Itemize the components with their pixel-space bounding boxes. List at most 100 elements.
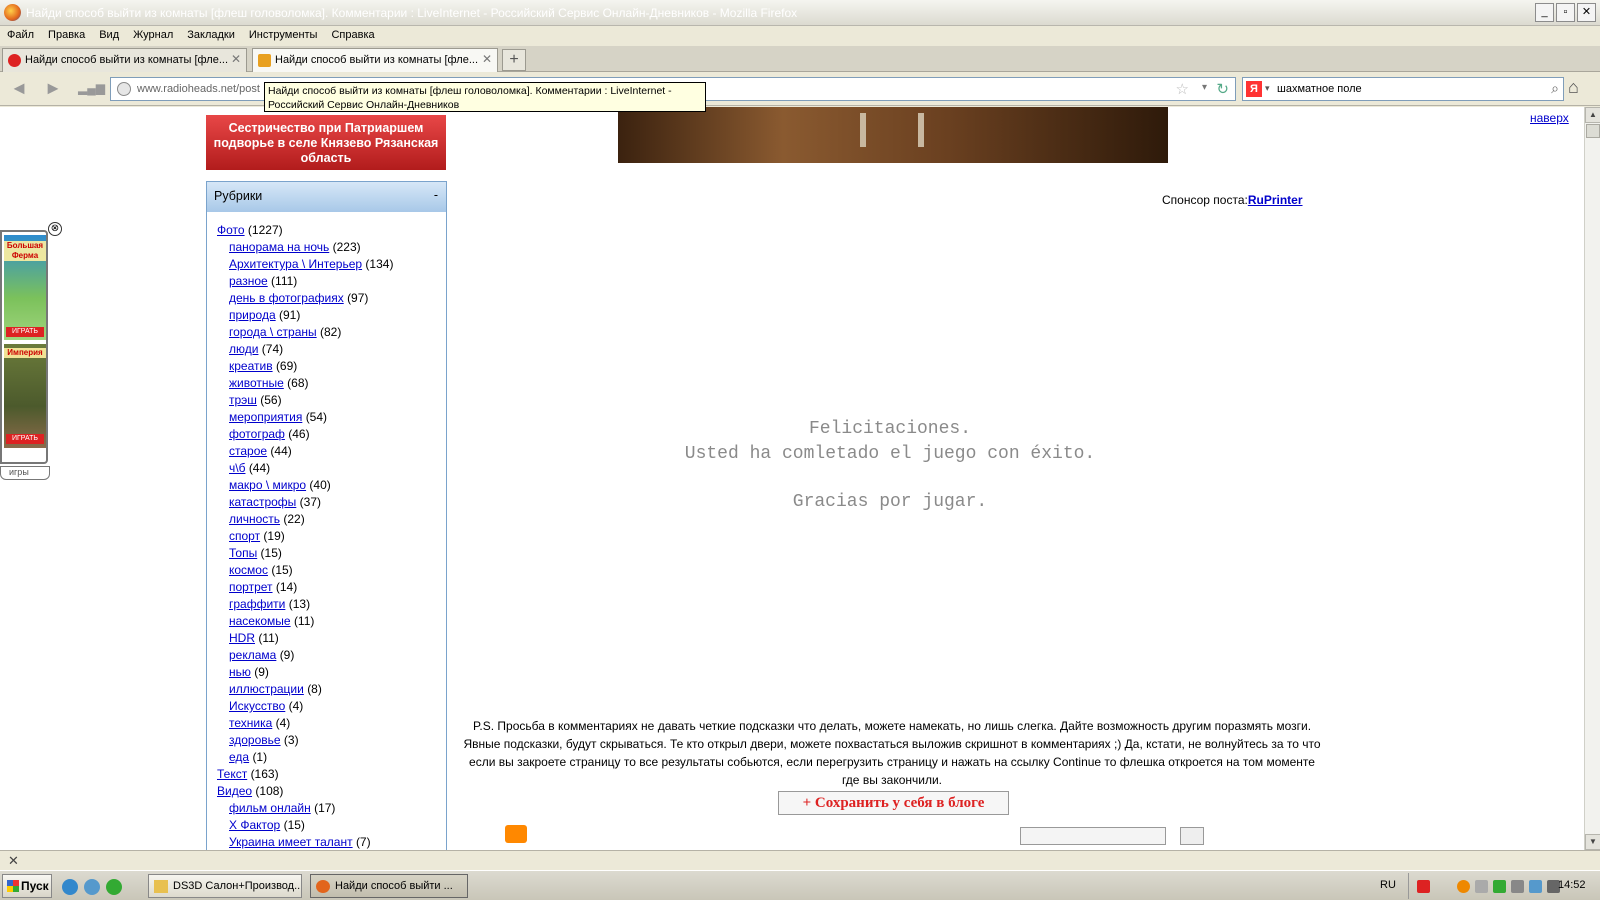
history-dropdown-icon[interactable]: ▾ bbox=[1202, 82, 1207, 93]
tray-app-icon[interactable] bbox=[1493, 880, 1506, 893]
play-button[interactable]: ИГРАТЬ bbox=[6, 434, 44, 444]
rubric-link[interactable]: креатив bbox=[229, 359, 273, 373]
language-indicator[interactable]: RU bbox=[1380, 879, 1396, 891]
close-window-button[interactable]: ✕ bbox=[1577, 3, 1596, 22]
close-tab-icon[interactable]: ✕ bbox=[231, 52, 241, 66]
comment-submit-button[interactable] bbox=[1180, 827, 1204, 845]
ie-icon[interactable] bbox=[62, 879, 78, 895]
search-icon[interactable]: ⌕ bbox=[1551, 80, 1559, 97]
rubric-link[interactable]: Х Фактор bbox=[229, 818, 280, 832]
scroll-down-icon[interactable]: ▼ bbox=[1585, 834, 1600, 850]
save-to-blog-button[interactable]: + Сохранить у себя в блоге bbox=[778, 791, 1009, 815]
rubric-link[interactable]: Видео bbox=[217, 784, 252, 798]
games-tab[interactable]: игры bbox=[0, 466, 50, 480]
rubric-link[interactable]: здоровье bbox=[229, 733, 281, 747]
icq-icon[interactable] bbox=[106, 879, 122, 895]
rubric-link[interactable]: разное bbox=[229, 274, 268, 288]
search-bar[interactable]: Я ▾ шахматное поле ⌕ bbox=[1242, 77, 1564, 101]
rubric-link[interactable]: HDR bbox=[229, 631, 255, 645]
network-icon[interactable] bbox=[1529, 880, 1542, 893]
scroll-thumb[interactable] bbox=[1586, 124, 1600, 138]
rubric-link[interactable]: нью bbox=[229, 665, 251, 679]
rubric-link[interactable]: старое bbox=[229, 444, 267, 458]
maximize-button[interactable]: ▫ bbox=[1556, 3, 1575, 22]
rubric-link[interactable]: личность bbox=[229, 512, 280, 526]
rubric-link[interactable]: иллюстрации bbox=[229, 682, 304, 696]
scroll-up-icon[interactable]: ▲ bbox=[1585, 107, 1600, 123]
rubric-link[interactable]: спорт bbox=[229, 529, 260, 543]
tray-app-icon[interactable] bbox=[1475, 880, 1488, 893]
menu-bookmarks[interactable]: Закладки bbox=[180, 26, 242, 41]
menu-file[interactable]: Файл bbox=[0, 26, 41, 41]
close-tab-icon[interactable]: ✕ bbox=[482, 52, 492, 66]
menu-edit[interactable]: Правка bbox=[41, 26, 92, 41]
back-to-top-link[interactable]: наверх bbox=[1530, 111, 1569, 125]
rss-icon[interactable] bbox=[505, 825, 527, 843]
sponsor-link[interactable]: RuPrinter bbox=[1248, 193, 1303, 207]
back-button[interactable]: ◄ bbox=[8, 78, 30, 100]
rubric-link[interactable]: реклама bbox=[229, 648, 276, 662]
home-icon[interactable]: ⌂ bbox=[1568, 77, 1579, 98]
engine-dropdown-icon[interactable]: ▾ bbox=[1265, 83, 1270, 94]
rubric-link[interactable]: Украина имеет талант bbox=[229, 835, 353, 849]
volume-icon[interactable] bbox=[1511, 880, 1524, 893]
acrobat-icon[interactable] bbox=[1417, 880, 1430, 893]
rubric-link[interactable]: животные bbox=[229, 376, 284, 390]
search-input-value[interactable]: шахматное поле bbox=[1277, 83, 1362, 95]
rubric-link[interactable]: день в фотографиях bbox=[229, 291, 344, 305]
flash-game-area[interactable]: Felicitaciones. Usted ha comletado el ju… bbox=[460, 417, 1320, 515]
menu-tools[interactable]: Инструменты bbox=[242, 26, 325, 41]
rubric-link[interactable]: техника bbox=[229, 716, 272, 730]
rubric-link[interactable]: фильм онлайн bbox=[229, 801, 311, 815]
minimize-button[interactable]: _ bbox=[1535, 3, 1554, 22]
tab-2-active[interactable]: Найди способ выйти из комнаты [фле... ✕ bbox=[252, 48, 498, 72]
rubric-link[interactable]: природа bbox=[229, 308, 276, 322]
outlook-icon[interactable] bbox=[84, 879, 100, 895]
rubric-link[interactable]: города \ страны bbox=[229, 325, 317, 339]
rubric-link[interactable]: катастрофы bbox=[229, 495, 296, 509]
rubric-link[interactable]: панорама на ночь bbox=[229, 240, 329, 254]
rubric-link[interactable]: фотограф bbox=[229, 427, 285, 441]
rubric-link[interactable]: насекомые bbox=[229, 614, 291, 628]
bookmark-star-icon[interactable]: ☆ bbox=[1176, 80, 1189, 98]
forward-button[interactable]: ► bbox=[42, 78, 64, 100]
start-button[interactable]: Пуск bbox=[2, 874, 52, 898]
collapse-toggle[interactable]: - bbox=[434, 188, 438, 202]
rubric-link[interactable]: Архитектура \ Интерьер bbox=[229, 257, 362, 271]
sisterhood-banner[interactable]: Сестричество при Патриаршем подворье в с… bbox=[206, 115, 446, 170]
vertical-scrollbar[interactable]: ▲ ▼ bbox=[1584, 107, 1600, 850]
empire-game-banner[interactable]: Империя ИГРАТЬ bbox=[4, 344, 46, 448]
rubric-link[interactable]: портрет bbox=[229, 580, 273, 594]
rubric-link[interactable]: макро \ микро bbox=[229, 478, 306, 492]
taskbar-item-firefox[interactable]: Найди способ выйти ... bbox=[310, 874, 468, 898]
rubric-item: Фото (1227) bbox=[217, 222, 446, 239]
new-tab-button[interactable]: + bbox=[502, 49, 526, 71]
close-widget-icon[interactable]: ⊗ bbox=[48, 222, 62, 236]
rubric-link[interactable]: Текст bbox=[217, 767, 247, 781]
rubric-item: насекомые (11) bbox=[217, 613, 446, 630]
games-widget[interactable]: ⊗ Большая Ферма ИГРАТЬ Империя ИГРАТЬ bbox=[0, 222, 62, 464]
menu-history[interactable]: Журнал bbox=[126, 26, 180, 41]
tray-app-icon[interactable] bbox=[1457, 880, 1470, 893]
rubric-link[interactable]: трэш bbox=[229, 393, 257, 407]
rubric-link[interactable]: Искусство bbox=[229, 699, 285, 713]
tab-1[interactable]: Найди способ выйти из комнаты [фле... ✕ bbox=[2, 48, 247, 72]
rubric-link[interactable]: мероприятия bbox=[229, 410, 302, 424]
rubric-link[interactable]: люди bbox=[229, 342, 258, 356]
rubric-link[interactable]: космос bbox=[229, 563, 268, 577]
rubric-link[interactable]: Фото bbox=[217, 223, 245, 237]
taskbar-item-folder[interactable]: DS3D Салон+Производ... bbox=[148, 874, 302, 898]
farm-game-banner[interactable]: Большая Ферма ИГРАТЬ bbox=[4, 235, 46, 340]
menu-view[interactable]: Вид bbox=[92, 26, 126, 41]
yandex-icon[interactable]: Я bbox=[1246, 81, 1262, 97]
rubric-link[interactable]: граффити bbox=[229, 597, 285, 611]
menu-help[interactable]: Справка bbox=[324, 26, 381, 41]
comment-input[interactable] bbox=[1020, 827, 1166, 845]
rubric-link[interactable]: Топы bbox=[229, 546, 257, 560]
site-identity-icon[interactable] bbox=[117, 82, 131, 96]
rubric-link[interactable]: еда bbox=[229, 750, 249, 764]
close-findbar-icon[interactable]: ✕ bbox=[8, 853, 19, 869]
reload-icon[interactable]: ↻ bbox=[1216, 80, 1229, 98]
play-button[interactable]: ИГРАТЬ bbox=[6, 327, 44, 337]
rubric-link[interactable]: ч\б bbox=[229, 461, 245, 475]
